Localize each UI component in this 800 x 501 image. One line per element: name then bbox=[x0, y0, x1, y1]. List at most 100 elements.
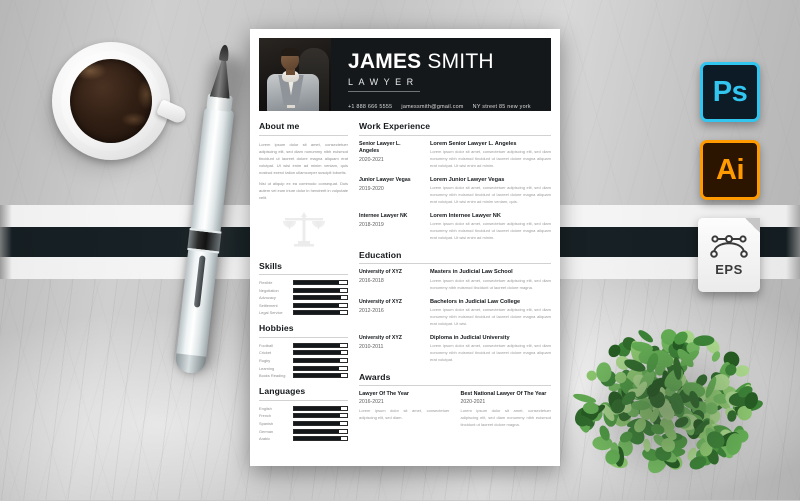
work-date: 2018-2019 bbox=[359, 221, 384, 228]
hobby-bar-fill bbox=[294, 366, 340, 370]
award-item: Lawyer Of The Year 2016-2021 Lorem ipsum d… bbox=[359, 391, 450, 429]
language-bar-track bbox=[293, 436, 348, 442]
photo-hair bbox=[281, 48, 299, 56]
photoshop-badge-label: Ps bbox=[712, 75, 748, 108]
education-heading: Masters in Judicial Law School bbox=[430, 269, 513, 276]
education-position: University of XYZ bbox=[359, 298, 402, 305]
work-entry: Senior Lawyer L. Angeles 2020-2021 Lorem S… bbox=[359, 141, 551, 170]
skill-label: Advocacy bbox=[259, 295, 276, 301]
language-bar-fill bbox=[294, 421, 341, 425]
language-bar-fill bbox=[294, 406, 341, 410]
work-position: Internee Lawyer NK bbox=[359, 212, 408, 219]
hobby-bar-track bbox=[293, 342, 348, 348]
skill-bar-track bbox=[293, 310, 348, 316]
education-date: 2010-2011 bbox=[359, 343, 384, 350]
language-bar-track bbox=[293, 428, 348, 434]
work-entry-right: Lorem Senior Lawyer L. Angeles Lorem ipsu… bbox=[430, 141, 551, 170]
last-name: SMITH bbox=[427, 50, 494, 73]
language-label: Spanish bbox=[259, 420, 274, 426]
left-column: About me Lorem ipsum dolor sit amet, con… bbox=[259, 121, 348, 449]
about-divider bbox=[259, 134, 348, 136]
work-entry-left: Junior Lawyer Vegas 2019-2020 bbox=[359, 177, 421, 206]
work-entry: Internee Lawyer NK 2018-2019 Lorem Interne… bbox=[359, 213, 551, 242]
hobby-row: Learning bbox=[259, 365, 348, 371]
plant-shadow bbox=[568, 332, 764, 482]
illustrator-badge-label: Ai bbox=[716, 153, 745, 186]
first-name: JAMES bbox=[348, 50, 422, 73]
education-entry-right: Diploma in Judicial University Lorem ipsu… bbox=[430, 335, 551, 364]
resume-header: JAMES SMITH LAWYER +1 888 666 5555 james… bbox=[259, 38, 551, 111]
skill-bar-track bbox=[293, 287, 348, 293]
education-entry-left: University of XYZ 2010-2011 bbox=[359, 335, 421, 364]
education-description: Lorem ipsum dolor sit amet, consectetuer… bbox=[430, 307, 551, 326]
language-bar-track bbox=[293, 405, 348, 411]
education-entry-right: Masters in Judicial Law School Lorem ipsu… bbox=[430, 269, 551, 291]
awards-list: Lawyer Of The Year 2016-2021 Lorem ipsum d… bbox=[359, 391, 551, 429]
work-description: Lorem ipsum dolor sit amet, consectetuer… bbox=[430, 221, 551, 240]
education-entry-right: Bachelors in Judicial Law College Lorem i… bbox=[430, 299, 551, 328]
language-row: Arabic bbox=[259, 436, 348, 442]
education-entry-left: University of XYZ 2012-2016 bbox=[359, 299, 421, 328]
band-edge-left bbox=[0, 205, 12, 279]
illustrator-badge[interactable]: Ai bbox=[700, 140, 760, 200]
potted-plant bbox=[552, 306, 782, 496]
hobby-bar-track bbox=[293, 373, 348, 379]
right-column: Work Experience Senior Lawyer L. Angeles… bbox=[359, 121, 551, 449]
education-entry: University of XYZ 2010-2011 Diploma in Jud… bbox=[359, 335, 551, 364]
skill-bar-fill bbox=[294, 288, 340, 292]
hobby-bar-fill bbox=[294, 359, 341, 363]
work-entry-left: Senior Lawyer L. Angeles 2020-2021 bbox=[359, 141, 421, 170]
work-position: Junior Lawyer Vegas bbox=[359, 176, 411, 183]
education-heading: Diploma in Judicial University bbox=[430, 334, 510, 341]
work-description: Lorem ipsum dolor sit amet, consectetuer… bbox=[430, 185, 551, 204]
language-row: French bbox=[259, 413, 348, 419]
work-heading: Lorem Senior Lawyer L. Angeles bbox=[430, 140, 517, 147]
language-row: Spanish bbox=[259, 420, 348, 426]
hobby-bar-fill bbox=[294, 351, 341, 355]
skill-row: Flexible bbox=[259, 280, 348, 285]
work-description: Lorem ipsum dolor sit amet, consectetuer… bbox=[430, 149, 551, 168]
education-entry: University of XYZ 2016-2018 Masters in Jud… bbox=[359, 269, 551, 291]
education-position: University of XYZ bbox=[359, 269, 402, 276]
skill-bar-fill bbox=[294, 296, 341, 300]
resume-page[interactable]: JAMES SMITH LAWYER +1 888 666 5555 james… bbox=[250, 29, 560, 466]
language-row: German bbox=[259, 428, 348, 434]
bezier-pen-path-icon bbox=[710, 235, 748, 258]
language-label: English bbox=[259, 405, 272, 411]
hobby-label: Football bbox=[259, 342, 273, 348]
hobby-row: Books Reading bbox=[259, 373, 348, 379]
hobby-label: Books Reading bbox=[259, 373, 286, 379]
education-date: 2012-2016 bbox=[359, 307, 384, 314]
skills-title: Skills bbox=[259, 260, 283, 271]
languages-section: Languages English French Spanish German Arab… bbox=[259, 386, 348, 442]
skill-bar-track bbox=[293, 302, 348, 308]
coffee-cup bbox=[42, 42, 189, 180]
awards-title: Awards bbox=[359, 371, 391, 382]
header-text-block: JAMES SMITH LAWYER +1 888 666 5555 james… bbox=[331, 38, 551, 111]
about-section: About me Lorem ipsum dolor sit amet, con… bbox=[259, 121, 348, 250]
language-label: French bbox=[259, 413, 272, 419]
award-title: Best National Lawyer Of The Year bbox=[460, 391, 547, 398]
hobbies-list: Football Cricket Rugby Learning Books Readin… bbox=[259, 342, 348, 379]
eps-badge[interactable]: EPS bbox=[698, 218, 760, 292]
hobby-row: Football bbox=[259, 342, 348, 348]
education-list: University of XYZ 2016-2018 Masters in Jud… bbox=[359, 269, 551, 364]
education-entry-left: University of XYZ 2016-2018 bbox=[359, 269, 421, 291]
hobby-bar-track bbox=[293, 358, 348, 364]
hobby-label: Learning bbox=[259, 365, 275, 371]
work-entry-right: Lorem Junior Lawyer Vegas Lorem ipsum dol… bbox=[430, 177, 551, 206]
language-row: English bbox=[259, 405, 348, 411]
pen-tip bbox=[218, 44, 230, 62]
skills-divider bbox=[259, 274, 348, 275]
work-heading: Lorem Junior Lawyer Vegas bbox=[430, 176, 505, 183]
hobby-bar-fill bbox=[294, 343, 340, 347]
work-entry: Junior Lawyer Vegas 2019-2020 Lorem Junior… bbox=[359, 177, 551, 206]
awards-section: Awards Lawyer Of The Year 2016-2021 Lorem … bbox=[359, 372, 551, 429]
about-paragraph-1: Lorem ipsum dolor sit amet, consectetuer… bbox=[259, 141, 348, 175]
education-heading: Bachelors in Judicial Law College bbox=[430, 298, 521, 305]
skill-bar-fill bbox=[294, 281, 339, 284]
skill-label: Flexible bbox=[259, 280, 273, 285]
photoshop-badge[interactable]: Ps bbox=[700, 62, 760, 122]
skills-section: Skills Flexible Negotiation Advocacy Settle… bbox=[259, 261, 348, 316]
job-role: LAWYER bbox=[348, 77, 419, 87]
